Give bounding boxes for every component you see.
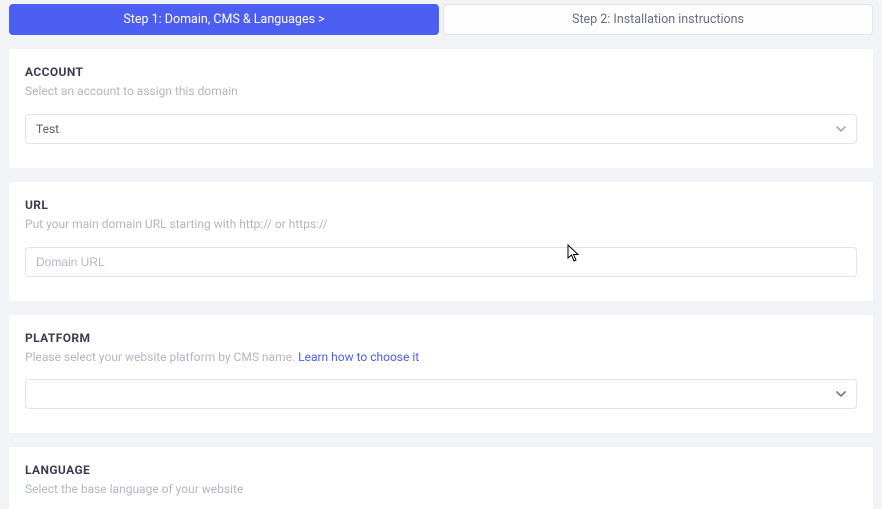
step-tabs: Step 1: Domain, CMS & Languages > Step 2… xyxy=(9,0,873,35)
url-card: URL Put your main domain URL starting wi… xyxy=(9,182,873,301)
chevron-down-icon xyxy=(836,124,846,134)
account-subtitle: Select an account to assign this domain xyxy=(25,83,857,100)
platform-learn-link[interactable]: Learn how to choose it xyxy=(298,350,419,364)
platform-subtitle: Please select your website platform by C… xyxy=(25,349,857,366)
url-title: URL xyxy=(25,198,857,212)
step-tab-1[interactable]: Step 1: Domain, CMS & Languages > xyxy=(9,4,439,35)
chevron-down-icon xyxy=(836,389,846,399)
language-card: LANGUAGE Select the base language of you… xyxy=(9,447,873,509)
url-input-wrap[interactable] xyxy=(25,247,857,277)
step-tab-2-label: Step 2: Installation instructions xyxy=(572,12,744,27)
platform-title: PLATFORM xyxy=(25,331,857,345)
step-tab-2[interactable]: Step 2: Installation instructions xyxy=(443,4,873,35)
platform-select[interactable] xyxy=(25,379,857,409)
url-input[interactable] xyxy=(36,248,826,276)
language-title: LANGUAGE xyxy=(25,463,857,477)
account-select[interactable]: Test xyxy=(25,114,857,144)
account-title: ACCOUNT xyxy=(25,65,857,79)
step-tab-1-label: Step 1: Domain, CMS & Languages > xyxy=(123,12,324,27)
platform-card: PLATFORM Please select your website plat… xyxy=(9,315,873,434)
account-select-value: Test xyxy=(36,122,59,136)
language-subtitle: Select the base language of your website xyxy=(25,481,857,498)
platform-subtitle-text: Please select your website platform by C… xyxy=(25,350,298,364)
account-card: ACCOUNT Select an account to assign this… xyxy=(9,49,873,168)
url-subtitle: Put your main domain URL starting with h… xyxy=(25,216,857,233)
